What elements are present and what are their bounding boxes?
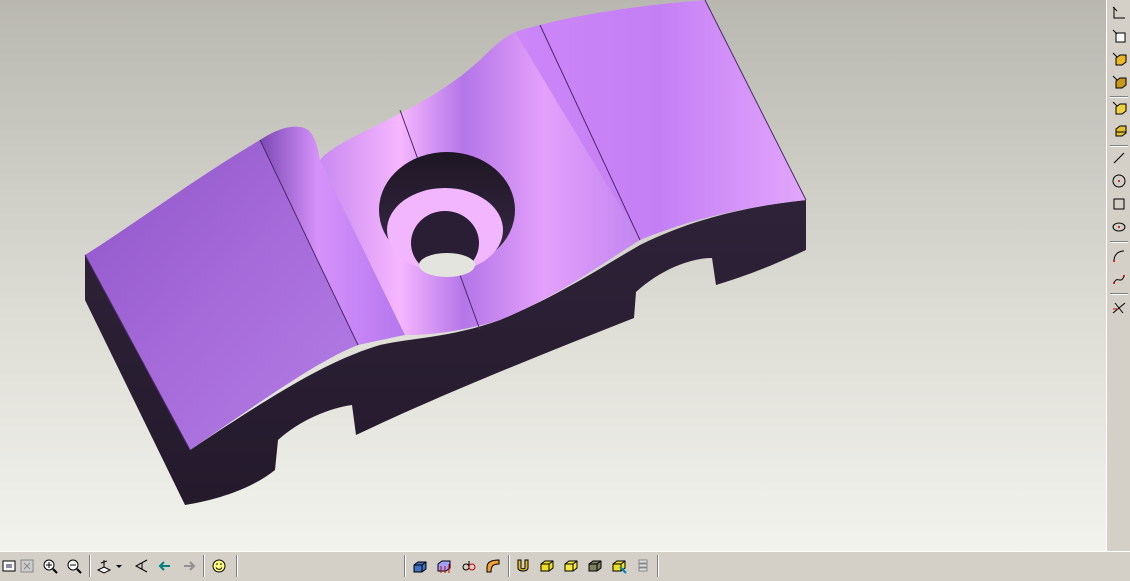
toolbar-btn-layer-stack[interactable] — [633, 556, 653, 576]
extrude-cube-icon — [1112, 52, 1127, 66]
revolve-cube-icon — [1112, 75, 1127, 89]
toolbar-btn-cube-hidden[interactable] — [561, 556, 581, 576]
toolbar-btn-cube-shade[interactable] — [537, 556, 557, 576]
toolbar-btn-circle[interactable] — [1109, 171, 1129, 191]
dropdown-arrow-icon — [116, 565, 122, 568]
toolbar-separator — [404, 555, 406, 577]
forward-arrow-icon — [184, 561, 196, 571]
back-arrow-icon — [158, 561, 170, 571]
toolbar-separator — [1110, 293, 1128, 295]
toolbar-btn-forward[interactable] — [179, 556, 199, 576]
magnet-icon — [517, 559, 529, 572]
toolbar-separator — [1110, 241, 1128, 243]
toolbar-btn-zoom-window[interactable] — [17, 556, 37, 576]
smiley-icon — [212, 559, 226, 573]
toolbar-separator — [203, 555, 205, 577]
cad-application-window — [0, 0, 1130, 581]
datum-display-icon — [437, 560, 451, 573]
previous-view-icon — [134, 559, 148, 573]
toolbar-btn-datum-plane[interactable] — [1109, 26, 1129, 46]
3d-graphics-viewport[interactable] — [0, 0, 1106, 551]
toolbar-btn-spline[interactable] — [1109, 269, 1129, 289]
toolbar-btn-shaded-model[interactable] — [410, 556, 430, 576]
toolbar-btn-rectangle[interactable] — [1109, 194, 1129, 214]
toolbar-btn-arc[interactable] — [1109, 246, 1129, 266]
shell-cube-icon — [1112, 101, 1127, 115]
toolbar-btn-view-orient[interactable] — [94, 556, 114, 576]
right-feature-toolbar — [1106, 0, 1130, 551]
toolbar-btn-view-dropdown[interactable] — [114, 556, 124, 576]
toolbar-btn-revolve[interactable] — [1109, 72, 1129, 92]
zoom-out-icon — [67, 559, 82, 574]
datum-plane-icon — [1112, 29, 1126, 43]
toolbar-btn-trim[interactable] — [1109, 298, 1129, 318]
toolbar-btn-round[interactable] — [483, 556, 503, 576]
toolbar-btn-ellipse[interactable] — [1109, 217, 1129, 237]
toolbar-separator — [508, 555, 510, 577]
toolbar-btn-zoom-in[interactable] — [40, 556, 60, 576]
toolbar-btn-back[interactable] — [155, 556, 175, 576]
toolbar-separator — [657, 555, 659, 577]
arc-icon — [1113, 250, 1125, 262]
toolbar-btn-zoom-out[interactable] — [64, 556, 84, 576]
rectangle-icon — [1113, 198, 1125, 210]
spline-icon — [1113, 275, 1125, 284]
zoom-in-icon — [43, 559, 58, 574]
bottom-view-toolbar — [0, 551, 1130, 581]
through-hole-exit — [419, 253, 475, 277]
datum-axis-icon — [1112, 6, 1125, 19]
model-canvas[interactable] — [0, 0, 1106, 551]
shaded-model-icon — [413, 561, 427, 573]
toolbar-separator — [89, 555, 91, 577]
cube-render-icon — [612, 560, 627, 574]
line-icon — [1113, 152, 1125, 164]
toolbar-btn-cube-wire[interactable] — [585, 556, 605, 576]
toolbar-btn-shell[interactable] — [1109, 98, 1129, 118]
zoom-window-icon — [20, 559, 34, 573]
spin-center-icon — [462, 561, 476, 571]
toolbar-separator — [1110, 145, 1128, 147]
round-feature-icon — [486, 559, 500, 573]
toolbar-btn-magnet[interactable] — [513, 556, 533, 576]
toolbar-btn-extrude[interactable] — [1109, 49, 1129, 69]
toolbar-btn-line[interactable] — [1109, 148, 1129, 168]
toolbar-btn-pattern[interactable] — [1109, 120, 1129, 140]
view-orient-icon — [96, 560, 112, 574]
cube-hidden-icon — [564, 560, 578, 572]
pattern-cube-icon — [1115, 125, 1127, 137]
layer-stack-icon — [638, 559, 648, 572]
toolbar-separator — [236, 555, 238, 577]
cube-wire-icon — [588, 560, 602, 572]
toolbar-btn-cube-render[interactable] — [609, 556, 629, 576]
circle-icon — [1112, 174, 1126, 188]
trim-icon — [1112, 302, 1126, 314]
toolbar-btn-spin-center[interactable] — [459, 556, 479, 576]
toolbar-btn-datum-axis[interactable] — [1109, 3, 1129, 23]
toolbar-btn-datum-display[interactable] — [434, 556, 454, 576]
cube-shade-icon — [540, 560, 554, 572]
refit-icon — [2, 560, 16, 572]
ellipse-icon — [1112, 222, 1126, 232]
toolbar-btn-smiley[interactable] — [209, 556, 229, 576]
toolbar-btn-previous-view[interactable] — [131, 556, 151, 576]
